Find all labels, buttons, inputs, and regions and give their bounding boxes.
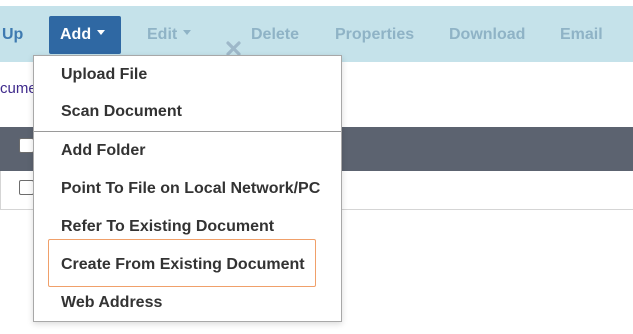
menu-item-label: Point To File on Local Network/PC: [61, 180, 321, 197]
menu-item-label: Scan Document: [61, 103, 182, 120]
menu-item-add-folder[interactable]: Add Folder: [34, 132, 341, 170]
select-all-checkbox[interactable]: [19, 138, 34, 153]
download-label: Download: [449, 26, 526, 43]
edit-dropdown-button[interactable]: Edit: [147, 6, 192, 62]
breadcrumb-link[interactable]: cume: [0, 80, 37, 97]
properties-label: Properties: [335, 26, 415, 43]
menu-item-label: Web Address: [61, 294, 163, 311]
properties-button[interactable]: Properties: [335, 6, 414, 62]
add-label: Add: [60, 26, 92, 43]
close-icon: [225, 24, 242, 56]
add-dropdown-menu: Upload File Scan Document Add Folder Poi…: [33, 55, 342, 322]
download-button[interactable]: Download: [449, 6, 525, 62]
up-button[interactable]: Up: [2, 6, 23, 62]
up-label: Up: [2, 26, 24, 43]
delete-label: Delete: [251, 26, 300, 43]
menu-item-web-address[interactable]: Web Address: [34, 284, 341, 322]
menu-item-upload-file[interactable]: Upload File: [34, 56, 341, 94]
menu-item-point-to-file[interactable]: Point To File on Local Network/PC: [34, 170, 341, 208]
caret-down-icon: [183, 30, 192, 36]
menu-item-scan-document[interactable]: Scan Document: [34, 93, 341, 131]
email-label: Email: [560, 26, 603, 43]
email-button[interactable]: Email: [560, 6, 603, 62]
toolbar: Up Add Edit Delete Properties Download E…: [0, 6, 633, 62]
menu-item-label: Upload File: [61, 66, 148, 83]
add-dropdown-button[interactable]: Add: [49, 16, 121, 54]
menu-item-label: Refer To Existing Document: [61, 218, 275, 235]
row-checkbox[interactable]: [19, 180, 34, 195]
caret-down-icon: [97, 30, 106, 36]
delete-button[interactable]: Delete: [225, 6, 299, 62]
edit-label: Edit: [147, 26, 178, 43]
highlight-outline: [48, 239, 316, 287]
menu-item-label: Add Folder: [61, 142, 146, 159]
